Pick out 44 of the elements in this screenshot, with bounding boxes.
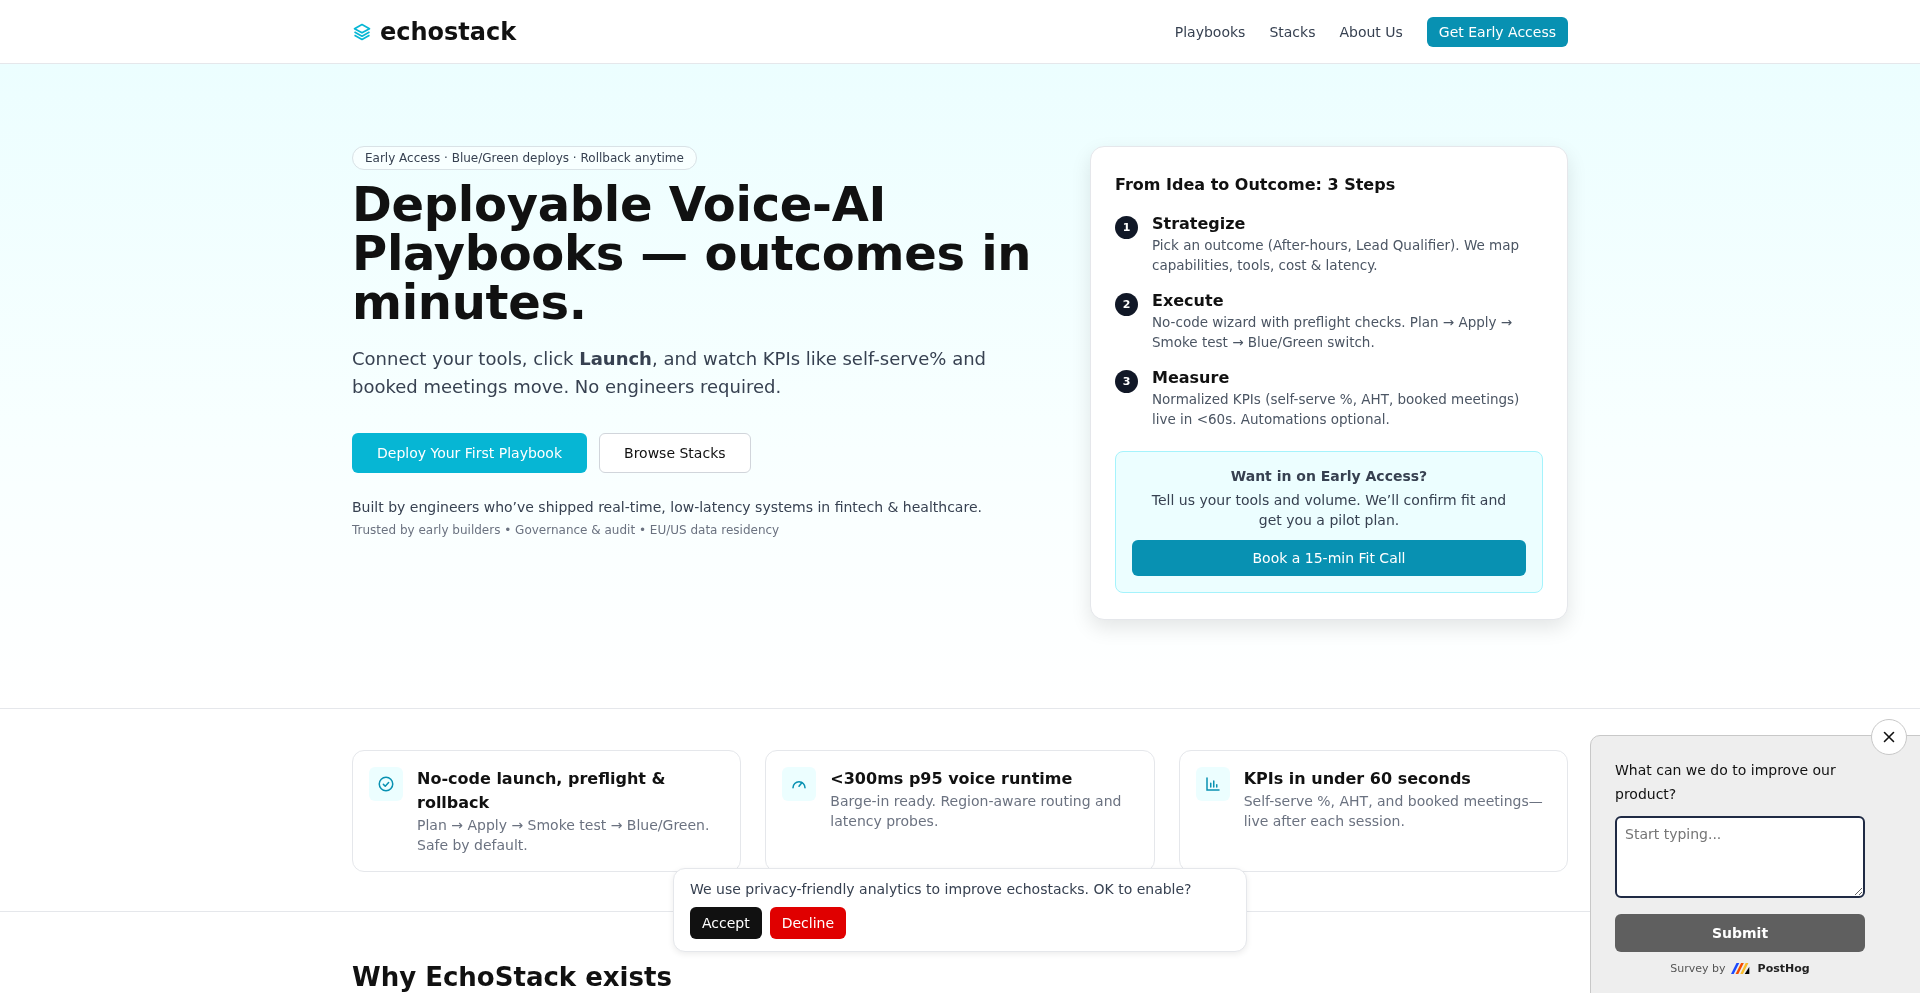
feature-title: No-code launch, preflight & rollback: [417, 768, 667, 814]
step-number: 2: [1115, 293, 1138, 316]
card-title: From Idea to Outcome: 3 Steps: [1115, 175, 1397, 194]
close-button[interactable]: [1871, 719, 1907, 755]
cookie-text: We use privacy-friendly analytics to improve echostacks. OK to enable?: [690, 881, 1193, 897]
survey-credit: Survey by: [1670, 962, 1726, 975]
step-title: Strategize: [1152, 214, 1247, 233]
brand-name[interactable]: echostack: [380, 17, 517, 46]
nav-link[interactable]: Stacks: [1269, 23, 1316, 40]
browse-button[interactable]: Browse Stacks: [599, 433, 751, 473]
accept-button[interactable]: Accept: [690, 907, 762, 939]
step-number: 3: [1115, 370, 1138, 393]
feature-title: <300ms p95 voice runtime: [830, 768, 1074, 790]
bar-chart-icon: [1203, 775, 1222, 793]
step-text: Pick an outcome (After-hours, Lead Qualifier). We map capabilities, tools, cost & latency.: [1152, 236, 1521, 275]
callout-text: Tell us your tools and volume. We’ll confirm fit and get you a pilot plan.: [1150, 491, 1508, 530]
submit-button[interactable]: Submit: [1615, 914, 1865, 952]
step-text: Normalized KPIs (self-serve %, AHT, booked meetings) live in <60s. Automations optional.: [1152, 390, 1521, 429]
feature-text: Barge-in ready. Region-aware routing and latency probes.: [830, 792, 1123, 831]
hero-title: Deployable Voice-AI Playbooks — outcomes in minutes.: [352, 180, 1032, 327]
survey-question: What can we do to improve our product?: [1615, 761, 1837, 804]
posthog-brand[interactable]: PostHog: [1757, 962, 1810, 975]
book-call-button[interactable]: Book a 15-min Fit Call: [1132, 540, 1526, 576]
hero-note: Built by engineers who’ve shipped real-time, low-latency systems in fintech & healthcare.: [352, 499, 983, 515]
close-icon: [1881, 729, 1897, 745]
feature-text: Self-serve %, AHT, and booked meetings—live after each session.: [1243, 792, 1544, 831]
hero-badge: Early Access · Blue/Green deploys · Rollback anytime: [352, 146, 697, 170]
step-title: Measure: [1152, 368, 1231, 387]
feature-title: KPIs in under 60 seconds: [1243, 768, 1472, 790]
callout-title: Want in on Early Access?: [1229, 468, 1429, 484]
nav-link[interactable]: Playbooks: [1174, 23, 1246, 40]
feature-text: Plan → Apply → Smoke test → Blue/Green. Safe by default.: [417, 816, 711, 855]
hero-lead: Connect your tools, click Launch, and watch KPIs like self-serve% and booked meetings move. No engineers required.: [352, 347, 988, 399]
layers-logo-icon: [352, 21, 372, 42]
step-title: Execute: [1152, 291, 1225, 310]
nav-link[interactable]: About Us: [1339, 23, 1403, 40]
trust-line: Trusted by early builders • Governance & audit • EU/US data residency: [352, 523, 781, 537]
check-circle-icon: [377, 775, 395, 793]
decline-button[interactable]: Decline: [769, 907, 847, 939]
early-access-button[interactable]: Get Early Access: [1426, 16, 1568, 47]
step-text: No-code wizard with preflight checks. Plan → Apply → Smoke test → Blue/Green switch.: [1152, 313, 1514, 352]
step-number: 1: [1115, 216, 1138, 239]
survey-input-field[interactable]: Start typing...: [1615, 816, 1865, 898]
section-heading: Why EchoStack exists: [352, 962, 673, 992]
